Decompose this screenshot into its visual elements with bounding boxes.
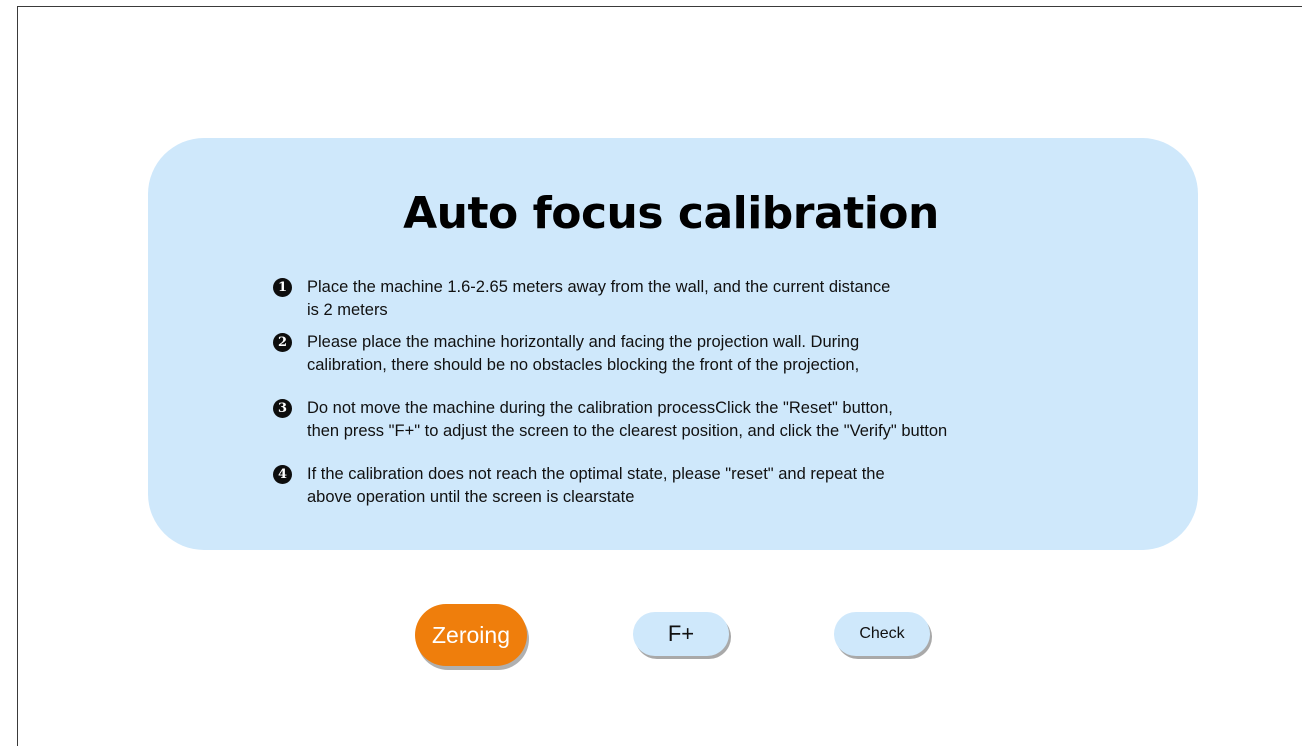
focus-plus-button[interactable]: F+ [633,612,729,656]
zeroing-button[interactable]: Zeroing [415,604,527,666]
step-text-line: then press "F+" to adjust the screen to … [307,422,948,440]
step-number-badge: 4 [273,465,292,484]
step-text-line: Do not move the machine during the calib… [307,399,893,417]
check-button[interactable]: Check [834,612,930,656]
step-number-badge: 1 [273,278,292,297]
step-number-badge: 3 [273,399,292,418]
step-text-line: is 2 meters [307,301,388,319]
step-text-line: calibration, there should be no obstacle… [307,356,860,374]
step-text-line: If the calibration does not reach the op… [307,465,885,483]
page-title: Auto focus calibration [403,188,939,239]
step-text-line: Place the machine 1.6-2.65 meters away f… [307,278,891,296]
step-text-line: Please place the machine horizontally an… [307,333,860,351]
step-number-badge: 2 [273,333,292,352]
step-text-line: above operation until the screen is clea… [307,488,635,506]
